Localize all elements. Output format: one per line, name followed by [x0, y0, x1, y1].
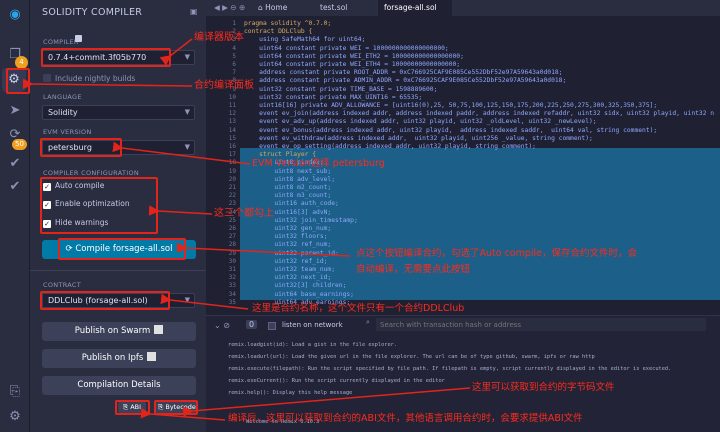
highlight-version-box — [41, 48, 171, 67]
annotation-compiler-version: 编译器版本 — [194, 32, 244, 43]
highlight-contract-box — [40, 291, 170, 310]
highlight-evm-box — [40, 138, 122, 157]
annotation-check-all: 这三个都勾上 — [214, 208, 274, 219]
annotation-compile-tip-2: 自动编译，无需要点此按钮 — [356, 264, 471, 275]
annotation-contract-name: 这里是合约名称，这个文件只有一个合约DDLClub — [252, 303, 465, 314]
annotation-bytecode: 这里可以获取到合约的字节码文件 — [472, 382, 615, 393]
highlight-config-box — [40, 177, 158, 234]
remix-ide: ◉ ❐ ⚙ 4 ➤ ⟳ 50 ✔ ✔ ⎘ ⚙ SOLIDITY COMPILER… — [0, 0, 720, 432]
annotation-compile-panel: 合约编译面板 — [194, 80, 254, 91]
highlight-bytecode-box — [154, 400, 198, 415]
annotation-evm: EVM Version选择 petersburg — [252, 158, 385, 169]
annotation-abi: 编译后，这里可以获取到合约的ABI文件，其他语言调用合约时，会要求提供ABI文件 — [228, 413, 583, 424]
highlight-abi-box — [115, 400, 150, 415]
highlight-compile-box — [58, 238, 186, 260]
annotation-compile-tip-1: 点这个按钮编译合约，勾选了Auto compile，保存合约文件时，会 — [356, 248, 638, 259]
highlight-compiler-icon-box — [6, 68, 30, 94]
